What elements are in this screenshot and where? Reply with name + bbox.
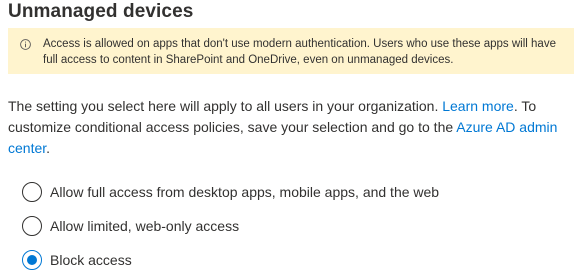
page-title: Unmanaged devices — [8, 1, 194, 22]
learn-more-link[interactable]: Learn more — [442, 98, 514, 114]
banner-message: Access is allowed on apps that don't use… — [43, 38, 556, 66]
radio-button-block-access[interactable] — [22, 250, 42, 270]
option-label[interactable]: Allow limited, web-only access — [50, 216, 239, 236]
option-full-access[interactable]: Allow full access from desktop apps, mob… — [22, 180, 502, 204]
info-icon — [20, 37, 31, 50]
description-text: The setting you select here will apply t… — [8, 96, 568, 159]
radio-button-web-only-access[interactable] — [22, 216, 42, 236]
description-part-1: The setting you select here will apply t… — [8, 98, 443, 114]
option-label[interactable]: Block access — [50, 250, 132, 270]
option-web-only-access[interactable]: Allow limited, web-only access — [22, 214, 502, 238]
radio-button-full-access[interactable] — [22, 182, 42, 202]
option-label[interactable]: Allow full access from desktop apps, mob… — [50, 182, 439, 202]
unmanaged-devices-panel: Unmanaged devices Access is allowed on a… — [0, 0, 574, 270]
description-part-3: . — [46, 140, 51, 156]
info-banner: Access is allowed on apps that don't use… — [8, 28, 574, 74]
option-block-access[interactable]: Block access — [22, 248, 502, 270]
